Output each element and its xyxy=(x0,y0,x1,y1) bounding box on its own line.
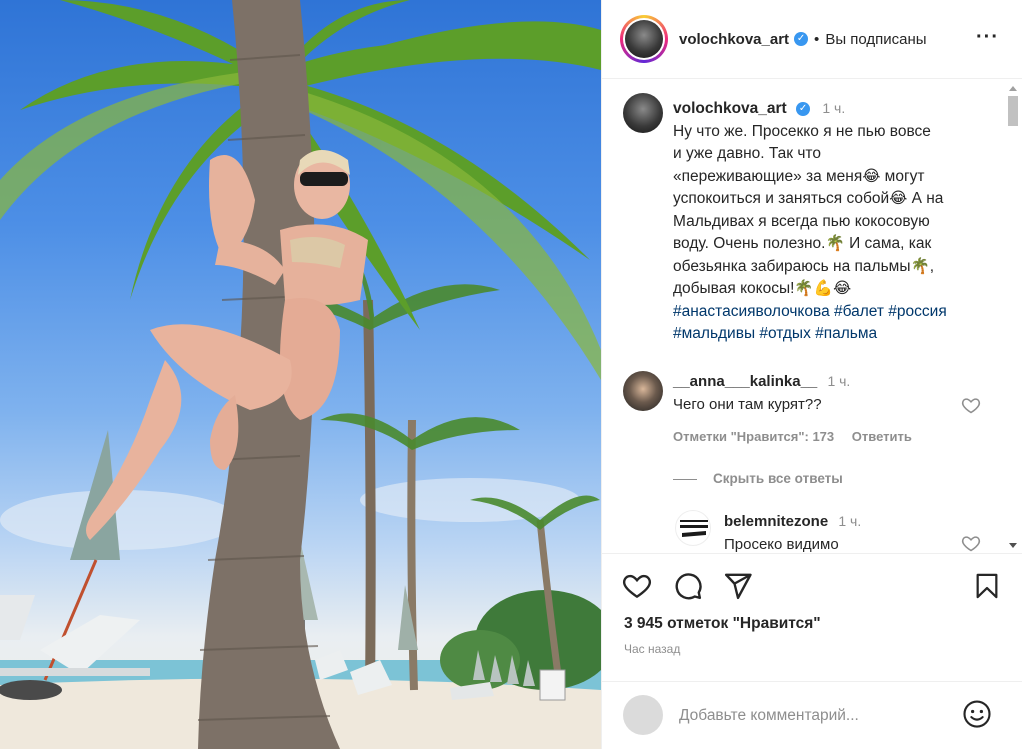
emoji-picker-icon[interactable] xyxy=(962,699,992,729)
add-comment-bar: Добавьте комментарий... xyxy=(602,681,1022,749)
comment-time[interactable]: 1 ч. xyxy=(827,373,850,389)
save-bookmark-icon[interactable] xyxy=(973,571,1001,601)
scrollbar-thumb[interactable] xyxy=(1008,96,1018,126)
caption-line: обезьянка забираюсь на пальмы🌴, xyxy=(673,257,935,275)
more-options-icon[interactable]: ··· xyxy=(976,26,999,49)
comments-scrollbar[interactable] xyxy=(1007,86,1019,548)
caption-hashtags[interactable]: #анастасияволочкова #балет #россия xyxy=(673,301,993,324)
separator-dot: • xyxy=(814,30,820,48)
post-side-panel: volochkova_art ✓ • Вы подписаны ··· volo… xyxy=(601,0,1022,749)
reply-avatar-logo xyxy=(680,520,708,537)
posted-time[interactable]: Час назад xyxy=(624,642,680,656)
reply-like-heart-icon[interactable] xyxy=(961,533,981,553)
comment-like-heart-icon[interactable] xyxy=(961,395,981,415)
comment-text: Чего они там курят?? xyxy=(673,396,822,413)
caption-time[interactable]: 1 ч. xyxy=(822,100,845,116)
follow-status-button[interactable]: Вы подписаны xyxy=(825,31,926,48)
caption-line: «переживающие» за меня😂 могут xyxy=(673,167,925,185)
comment-meta: Отметки "Нравится": 173 Ответить xyxy=(673,429,926,444)
comments-scroll-area[interactable]: volochkova_art ✓ 1 ч. Ну что же. Просекк… xyxy=(602,80,1022,553)
verified-badge-icon: ✓ xyxy=(796,101,811,116)
comment-username[interactable]: __anna___kalinka__ xyxy=(673,373,817,390)
hide-replies-label: Скрыть все ответы xyxy=(713,471,843,486)
caption-username[interactable]: volochkova_art xyxy=(673,100,787,117)
add-comment-input[interactable]: Добавьте комментарий... xyxy=(679,707,859,725)
reply-button[interactable]: Ответить xyxy=(852,429,912,444)
caption-line: успокоиться и заняться собой😂 А на xyxy=(673,190,944,207)
caption-author-avatar[interactable] xyxy=(623,93,663,133)
scroll-up-arrow-icon[interactable] xyxy=(1009,86,1017,91)
caption-line: и уже давно. Так что xyxy=(673,145,821,162)
post-header: volochkova_art ✓ • Вы подписаны ··· xyxy=(602,0,1022,79)
reply-avatar[interactable] xyxy=(675,510,711,546)
current-user-avatar xyxy=(623,695,663,735)
caption-hashtags[interactable]: #мальдивы #отдых #пальма xyxy=(673,323,993,346)
verified-badge-icon: ✓ xyxy=(794,32,809,46)
scroll-down-arrow-icon[interactable] xyxy=(1009,543,1017,548)
hide-replies-button[interactable]: Скрыть все ответы xyxy=(673,471,843,486)
story-ring[interactable] xyxy=(620,15,668,63)
replies-divider-line xyxy=(673,478,697,480)
post-photo[interactable] xyxy=(0,0,601,749)
reply-header: belemnitezone 1 ч. xyxy=(724,513,861,530)
commenter-avatar[interactable] xyxy=(623,371,663,411)
caption-line: воду. Очень полезно.🌴 И сама, как xyxy=(673,235,932,252)
caption-line: Ну что же. Просекко я не пью вовсе xyxy=(673,122,931,140)
likes-count[interactable]: 3 945 отметок "Нравится" xyxy=(624,615,821,633)
reply-time[interactable]: 1 ч. xyxy=(838,513,861,529)
comment-likes-count[interactable]: Отметки "Нравится": 173 xyxy=(673,429,834,444)
author-username[interactable]: volochkova_art xyxy=(679,31,789,48)
beach-palm-illustration xyxy=(0,0,601,749)
post-caption: volochkova_art ✓ 1 ч. Ну что же. Просекк… xyxy=(673,97,993,346)
share-send-icon[interactable] xyxy=(723,571,753,601)
comment-bubble-icon[interactable] xyxy=(673,571,703,601)
reply-username[interactable]: belemnitezone xyxy=(724,513,828,530)
caption-line: Мальдивах я всегда пью кокосовую xyxy=(673,212,930,230)
caption-line: добывая кокосы!🌴💪😂 xyxy=(673,280,852,297)
author-avatar[interactable] xyxy=(625,20,663,58)
comment-header: __anna___kalinka__ 1 ч. xyxy=(673,373,850,390)
post-actions: 3 945 отметок "Нравится" Час назад Добав… xyxy=(602,553,1022,749)
reply-text: Просеко видимо xyxy=(724,536,839,553)
like-heart-icon[interactable] xyxy=(622,571,652,601)
